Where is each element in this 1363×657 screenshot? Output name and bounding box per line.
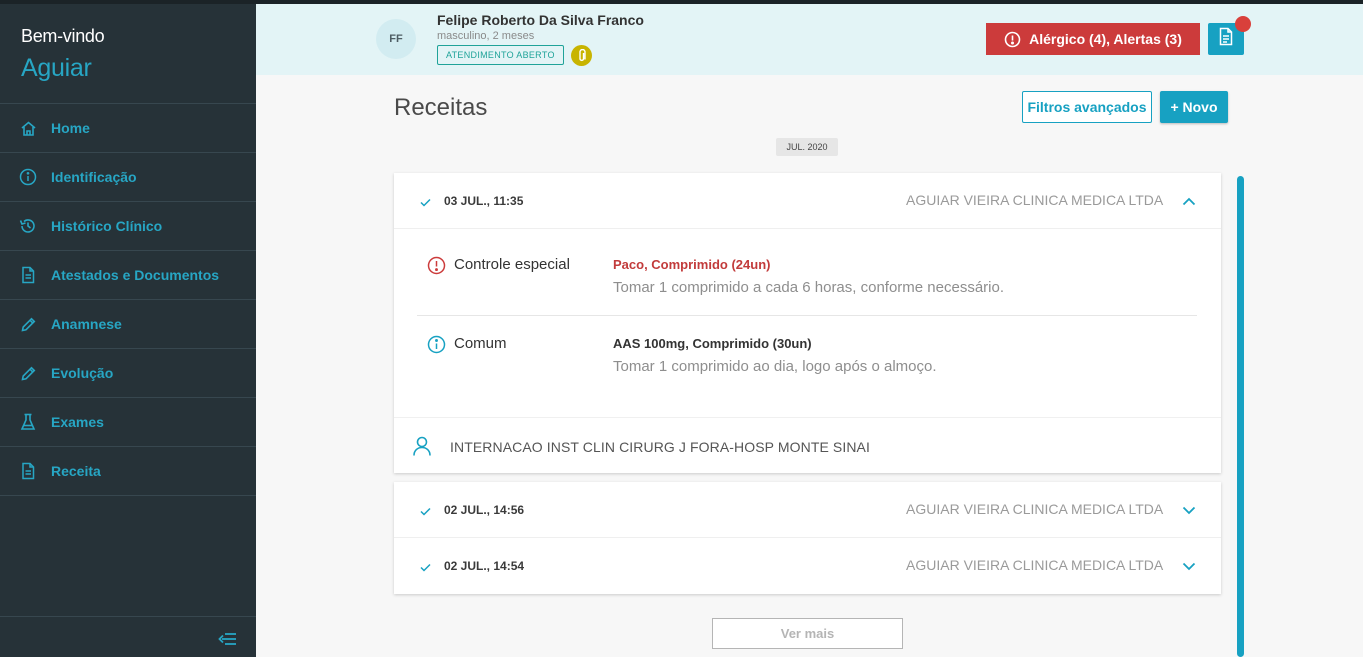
sidebar-item-label: Receita xyxy=(51,463,101,479)
sidebar-item-evolucao[interactable]: Evolução xyxy=(0,349,256,398)
document-icon xyxy=(19,462,37,480)
user-icon xyxy=(411,435,433,462)
pencil-icon xyxy=(19,364,37,382)
sidebar-item-identificacao[interactable]: Identificação xyxy=(0,153,256,202)
home-icon xyxy=(19,119,37,137)
sidebar-item-label: Anamnese xyxy=(51,316,122,332)
new-prescription-button[interactable]: + Novo xyxy=(1160,91,1228,123)
sidebar-item-label: Exames xyxy=(51,414,104,430)
patient-info: masculino, 2 meses xyxy=(437,30,535,42)
document-icon xyxy=(1218,27,1234,51)
divider xyxy=(394,228,1221,229)
prescription-card: 02 JUL., 14:56 AGUIAR VIEIRA CLINICA MED… xyxy=(394,482,1221,594)
sidebar-item-exames[interactable]: Exames xyxy=(0,398,256,447)
record-date: 02 JUL., 14:54 xyxy=(444,559,525,573)
chevron-down-icon[interactable] xyxy=(1182,558,1196,576)
sidebar-item-label: Evolução xyxy=(51,365,114,381)
prescription-type: Controle especial xyxy=(454,256,570,273)
prescription-type: Comum xyxy=(454,335,507,352)
medication-name: Paco, Comprimido (24un) xyxy=(613,257,771,272)
page-title: Receitas xyxy=(394,94,488,121)
document-icon xyxy=(19,266,37,284)
record-clinic: AGUIAR VIEIRA CLINICA MEDICA LTDA xyxy=(906,501,1164,517)
sidebar-item-label: Histórico Clínico xyxy=(51,218,163,234)
sidebar-item-historico[interactable]: Histórico Clínico xyxy=(0,202,256,251)
sidebar-item-atestados[interactable]: Atestados e Documentos xyxy=(0,251,256,300)
load-more-button[interactable]: Ver mais xyxy=(712,618,903,649)
hospital-name: INTERNACAO INST CLIN CIRURG J FORA-HOSP … xyxy=(450,439,870,455)
sidebar-item-label: Atestados e Documentos xyxy=(51,267,220,283)
collapse-menu-icon[interactable] xyxy=(218,630,238,648)
history-icon xyxy=(19,217,37,235)
paperclip-icon[interactable] xyxy=(571,45,592,66)
chevron-up-icon[interactable] xyxy=(1182,193,1196,211)
allergy-alerts-button[interactable]: Alérgico (4), Alertas (3) xyxy=(986,23,1200,55)
scrollbar[interactable] xyxy=(1237,176,1244,657)
record-header[interactable]: 02 JUL., 14:54 AGUIAR VIEIRA CLINICA MED… xyxy=(394,538,1221,594)
alert-circle-icon xyxy=(1004,31,1021,48)
pencil-icon xyxy=(19,315,37,333)
alerts-label: Alérgico (4), Alertas (3) xyxy=(1029,31,1182,47)
sidebar: Bem-vindo Aguiar Home Identificação Hist… xyxy=(0,0,256,657)
info-icon xyxy=(19,168,37,186)
check-icon xyxy=(420,503,431,521)
sidebar-item-home[interactable]: Home xyxy=(0,104,256,153)
patient-header: FF Felipe Roberto Da Silva Franco mascul… xyxy=(256,0,1363,75)
status-badge: ATENDIMENTO ABERTO xyxy=(437,45,564,65)
record-date: 03 JUL., 11:35 xyxy=(444,194,524,208)
advanced-filters-button[interactable]: Filtros avançados xyxy=(1022,91,1152,123)
record-clinic: AGUIAR VIEIRA CLINICA MEDICA LTDA xyxy=(906,192,1164,208)
patient-name: Felipe Roberto Da Silva Franco xyxy=(437,12,644,28)
avatar: FF xyxy=(376,19,416,59)
divider xyxy=(417,315,1197,316)
notification-dot xyxy=(1235,16,1251,32)
sidebar-nav: Home Identificação Histórico Clínico Ate… xyxy=(0,103,256,496)
hospital-row: INTERNACAO INST CLIN CIRURG J FORA-HOSP … xyxy=(394,417,1221,473)
flask-icon xyxy=(19,413,37,431)
sidebar-item-receita[interactable]: Receita xyxy=(0,447,256,496)
prescription-card: 03 JUL., 11:35 AGUIAR VIEIRA CLINICA MED… xyxy=(394,173,1221,473)
alert-circle-icon xyxy=(427,256,446,280)
check-icon xyxy=(420,559,431,577)
check-icon xyxy=(420,194,431,212)
sidebar-item-label: Home xyxy=(51,120,90,136)
record-header[interactable]: 03 JUL., 11:35 AGUIAR VIEIRA CLINICA MED… xyxy=(394,173,1221,229)
sidebar-footer xyxy=(0,616,256,657)
record-clinic: AGUIAR VIEIRA CLINICA MEDICA LTDA xyxy=(906,557,1164,573)
chevron-down-icon[interactable] xyxy=(1182,502,1196,520)
sidebar-item-label: Identificação xyxy=(51,169,137,185)
month-chip: JUL. 2020 xyxy=(776,138,838,156)
medication-instructions: Tomar 1 comprimido ao dia, logo após o a… xyxy=(613,358,937,375)
sidebar-item-anamnese[interactable]: Anamnese xyxy=(0,300,256,349)
welcome-text: Bem-vindo xyxy=(21,26,105,46)
record-date: 02 JUL., 14:56 xyxy=(444,503,525,517)
medication-name: AAS 100mg, Comprimido (30un) xyxy=(613,336,812,351)
user-name: Aguiar xyxy=(21,54,92,82)
medication-instructions: Tomar 1 comprimido a cada 6 horas, confo… xyxy=(613,279,1005,296)
record-header[interactable]: 02 JUL., 14:56 AGUIAR VIEIRA CLINICA MED… xyxy=(394,482,1221,538)
info-icon xyxy=(427,335,446,359)
